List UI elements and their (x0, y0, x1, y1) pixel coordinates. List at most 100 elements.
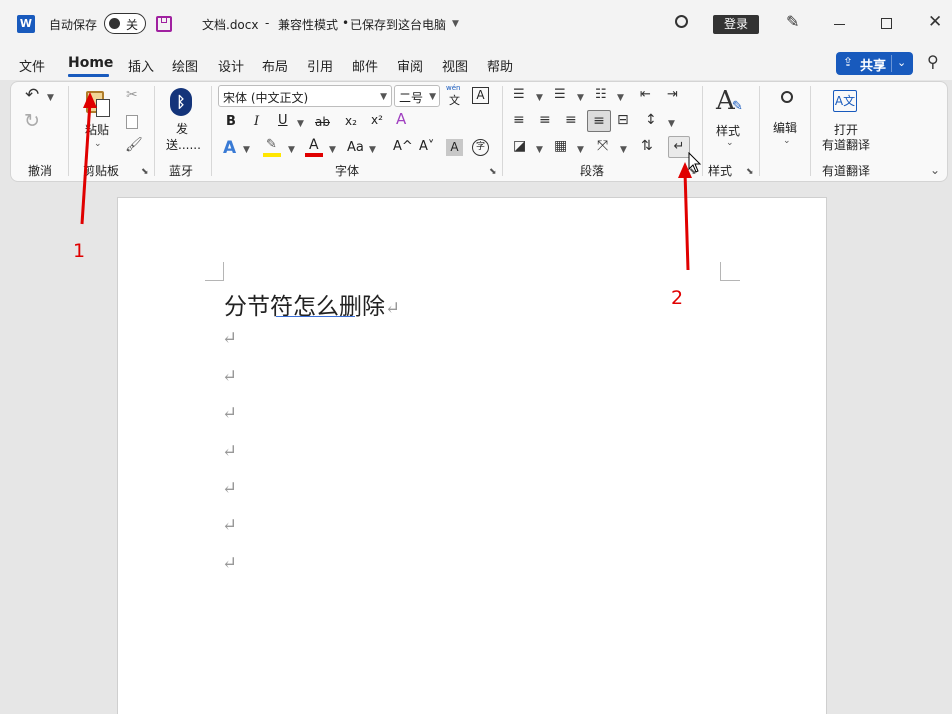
show-hide-marks-icon[interactable]: ↵ (668, 136, 690, 158)
shading-dropdown-icon[interactable]: ▼ (536, 145, 543, 155)
distributed-icon[interactable]: ⊟ (617, 113, 629, 127)
text-effects-dropdown-icon[interactable]: ▼ (243, 145, 250, 155)
cut-icon[interactable]: ✂ (126, 88, 138, 102)
paragraph-mark[interactable]: ↵ (222, 441, 237, 462)
styles-button[interactable]: A ✎ 样式 ⌄ (710, 86, 750, 150)
subscript-button[interactable]: x₂ (345, 114, 357, 128)
shading-bucket-icon[interactable]: ◪ (513, 139, 526, 153)
enclose-characters-button[interactable]: 字 (472, 139, 489, 156)
numbering-icon[interactable]: ☰ (554, 88, 566, 101)
search-icon (781, 91, 793, 103)
underline-dropdown-icon[interactable]: ▼ (297, 119, 304, 129)
annotation-arrow-1 (70, 90, 100, 230)
group-divider (211, 86, 212, 176)
superscript-button[interactable]: x² (371, 113, 383, 127)
tab-design[interactable]: 设计 (218, 56, 244, 75)
decrease-indent-icon[interactable]: ⇤ (640, 88, 651, 101)
change-case-dropdown-icon[interactable]: ▼ (369, 145, 376, 155)
shrink-font-button[interactable]: A˅ (419, 139, 434, 154)
character-border-button[interactable]: A (472, 87, 489, 104)
minimize-icon[interactable] (834, 24, 845, 25)
undo-dropdown-icon[interactable]: ▼ (47, 93, 54, 103)
paragraph-mark[interactable]: ↵ (222, 478, 237, 499)
borders-icon[interactable]: ▦ (554, 139, 567, 153)
bold-button[interactable]: B (226, 114, 236, 129)
change-case-button[interactable]: Aa (347, 140, 364, 155)
bullets-icon[interactable]: ☰ (513, 88, 525, 101)
group-divider (154, 86, 155, 176)
text-effects-button[interactable]: A (223, 138, 236, 158)
tab-draw[interactable]: 绘图 (172, 56, 198, 75)
ribbon-collapse-icon[interactable]: ⌄ (930, 163, 940, 177)
share-label: 共享 (860, 59, 887, 74)
strikethrough-button[interactable]: ab (315, 115, 330, 129)
autosave-label: 自动保存 (49, 18, 98, 32)
asian-layout-dropdown-icon[interactable]: ▼ (620, 145, 627, 155)
youdao-translate-button[interactable]: A文 打开 有道翻译 (820, 86, 874, 152)
editing-button[interactable]: 编辑 ⌄ (770, 88, 804, 148)
align-center-icon[interactable]: ≡ (539, 113, 551, 127)
tab-help[interactable]: 帮助 (487, 56, 513, 75)
dialog-launcher-icon[interactable]: ⬊ (746, 167, 754, 177)
grow-font-button[interactable]: A^ (393, 139, 413, 154)
share-button[interactable]: ⇪ 共享 ⌄ (836, 52, 913, 75)
redo-icon[interactable]: ↻ (24, 112, 40, 131)
paragraph-mark[interactable]: ↵ (222, 515, 237, 536)
paragraph-mark[interactable]: ↵ (222, 553, 237, 574)
undo-icon[interactable]: ↶ (25, 87, 39, 104)
copy-icon[interactable] (126, 115, 138, 129)
numbering-dropdown-icon[interactable]: ▼ (577, 93, 584, 103)
highlight-color-bar (263, 153, 281, 157)
multilevel-list-icon[interactable]: ☷ (595, 88, 607, 101)
bullets-dropdown-icon[interactable]: ▼ (536, 93, 543, 103)
designer-pen-icon[interactable]: ✎ (786, 14, 799, 30)
word-app-icon: W (17, 15, 35, 33)
clear-formatting-icon[interactable]: A (396, 112, 406, 127)
tab-view[interactable]: 视图 (442, 56, 468, 75)
chevron-down-icon[interactable]: ▼ (452, 19, 459, 29)
bluetooth-send-button[interactable]: ᛒ 发 送...... (165, 86, 201, 154)
tab-insert[interactable]: 插入 (128, 56, 154, 75)
tab-file[interactable]: 文件 (19, 56, 45, 75)
font-color-dropdown-icon[interactable]: ▼ (329, 145, 336, 155)
character-shading-button[interactable]: A (446, 139, 463, 156)
close-icon[interactable]: ✕ (928, 14, 942, 31)
crop-mark-right (720, 262, 740, 281)
tab-home[interactable]: Home (68, 55, 113, 71)
underline-button[interactable]: U (278, 113, 288, 128)
tab-review[interactable]: 审阅 (397, 56, 423, 75)
font-size-select[interactable]: 二号 ▼ (394, 85, 440, 107)
format-painter-icon[interactable]: 🖌 (125, 138, 143, 152)
paragraph-mark[interactable]: ↵ (222, 366, 237, 387)
italic-button[interactable]: I (254, 114, 259, 129)
line-spacing-icon[interactable]: ↕ (645, 113, 657, 127)
save-icon[interactable] (156, 16, 172, 32)
phonetic-guide-button[interactable]: wén 文 (446, 84, 464, 107)
maximize-icon[interactable] (881, 18, 892, 29)
highlight-button[interactable]: ✎ (263, 138, 283, 158)
search-icon[interactable] (675, 15, 688, 28)
saved-status[interactable]: 已保存到这台电脑 (350, 16, 446, 33)
font-name-select[interactable]: 宋体 (中文正文) ▼ (218, 85, 392, 107)
login-button[interactable]: 登录 (713, 15, 759, 34)
tab-references[interactable]: 引用 (307, 56, 333, 75)
justify-icon[interactable]: ≡ (587, 110, 611, 132)
sort-icon[interactable]: ⇅ (641, 139, 653, 153)
tab-layout[interactable]: 布局 (262, 56, 288, 75)
person-pen-icon[interactable]: ⚲ (927, 54, 939, 70)
tab-mailings[interactable]: 邮件 (352, 56, 378, 75)
line-spacing-dropdown-icon[interactable]: ▼ (668, 119, 675, 129)
asian-layout-icon[interactable]: ⤧ (597, 139, 608, 153)
paragraph-mark[interactable]: ↵ (222, 403, 237, 424)
dialog-launcher-icon[interactable]: ⬊ (489, 167, 497, 177)
increase-indent-icon[interactable]: ⇥ (667, 88, 678, 101)
borders-dropdown-icon[interactable]: ▼ (577, 145, 584, 155)
font-color-button[interactable]: A (305, 137, 325, 158)
highlight-dropdown-icon[interactable]: ▼ (288, 145, 295, 155)
autosave-toggle[interactable]: 关 (104, 13, 146, 34)
dialog-launcher-icon[interactable]: ⬊ (141, 167, 149, 177)
align-right-icon[interactable]: ≡ (565, 113, 577, 127)
paragraph-mark[interactable]: ↵ (222, 328, 237, 349)
multilevel-dropdown-icon[interactable]: ▼ (617, 93, 624, 103)
align-left-icon[interactable]: ≡ (513, 113, 525, 127)
